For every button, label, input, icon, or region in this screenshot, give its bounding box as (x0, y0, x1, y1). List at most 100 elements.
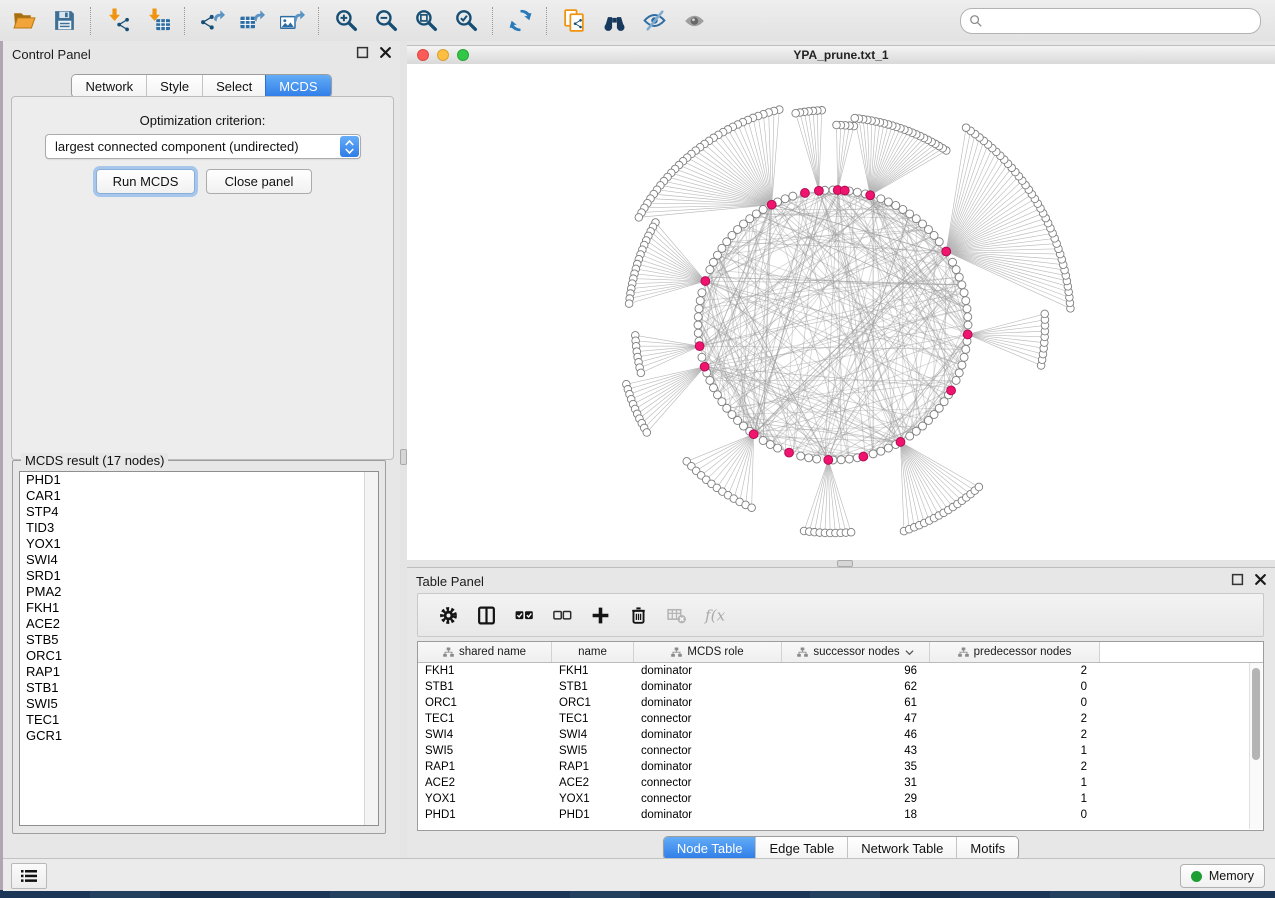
column-header-MCDS-role[interactable]: MCDS role (634, 642, 782, 662)
task-history-button[interactable] (11, 863, 47, 889)
table-row[interactable]: TEC1TEC1connector472 (418, 711, 1263, 727)
import-table-button[interactable] (138, 4, 178, 38)
mcds-result-item[interactable]: TEC1 (20, 712, 378, 728)
memory-button[interactable]: Memory (1180, 864, 1265, 888)
mcds-result-item[interactable]: STB5 (20, 632, 378, 648)
mcds-result-item[interactable]: CAR1 (20, 488, 378, 504)
network-from-selection-button[interactable] (554, 4, 594, 38)
table-panel: Table Panel f(x) shared namenameMCDS rol… (407, 567, 1275, 859)
mcds-result-item[interactable]: SWI4 (20, 552, 378, 568)
tab-node-table[interactable]: Node Table (664, 837, 756, 859)
tab-mcds[interactable]: MCDS (265, 75, 330, 97)
mcds-result-item[interactable]: PMA2 (20, 584, 378, 600)
mcds-result-item[interactable]: SWI5 (20, 696, 378, 712)
table-settings-button[interactable] (429, 597, 467, 633)
cell-shared-name: FKH1 (418, 663, 552, 679)
horizontal-splitter-grip[interactable] (837, 560, 853, 567)
table-row[interactable]: ACE2ACE2connector311 (418, 775, 1263, 791)
horizontal-splitter[interactable] (407, 560, 1275, 567)
zoom-selected-button[interactable] (446, 4, 486, 38)
save-session-icon (52, 8, 77, 33)
tab-edge-table[interactable]: Edge Table (755, 837, 847, 859)
tab-network-table[interactable]: Network Table (847, 837, 956, 859)
zoom-in-button[interactable] (326, 4, 366, 38)
open-file-icon (12, 8, 37, 33)
hide-selected-button[interactable] (634, 4, 674, 38)
mcds-list-scrollbar[interactable] (364, 472, 378, 825)
cell-name: ACE2 (552, 775, 634, 791)
float-panel-icon[interactable] (356, 46, 369, 59)
table-row[interactable]: SWI5SWI5connector431 (418, 743, 1263, 759)
export-image-button[interactable] (272, 4, 312, 38)
vertical-splitter-grip[interactable] (400, 449, 407, 465)
mcds-result-list[interactable]: PHD1CAR1STP4TID3YOX1SWI4SRD1PMA2FKH1ACE2… (19, 471, 379, 826)
mcds-result-item[interactable]: GCR1 (20, 728, 378, 744)
table-row[interactable]: ORC1ORC1dominator610 (418, 695, 1263, 711)
vertical-splitter[interactable] (400, 41, 407, 858)
mcds-result-item[interactable]: YOX1 (20, 536, 378, 552)
zoom-fit-button[interactable] (406, 4, 446, 38)
mcds-result-item[interactable]: PHD1 (20, 472, 378, 488)
table-row[interactable]: FKH1FKH1dominator962 (418, 663, 1263, 679)
export-network-button[interactable] (192, 4, 232, 38)
table-row[interactable]: PHD1PHD1dominator180 (418, 807, 1263, 823)
save-session-button[interactable] (44, 4, 84, 38)
network-canvas[interactable] (407, 64, 1275, 560)
mcds-result-item[interactable]: TID3 (20, 520, 378, 536)
node-table[interactable]: shared namenameMCDS rolesuccessor nodesp… (417, 641, 1264, 831)
mcds-result-item[interactable]: RAP1 (20, 664, 378, 680)
tab-style[interactable]: Style (146, 75, 202, 97)
tab-select[interactable]: Select (202, 75, 265, 97)
tab-motifs[interactable]: Motifs (956, 837, 1018, 859)
close-table-panel-icon[interactable] (1254, 573, 1267, 586)
mcds-result-item[interactable]: ORC1 (20, 648, 378, 664)
cell-shared-name: TEC1 (418, 711, 552, 727)
mcds-result-item[interactable]: SRD1 (20, 568, 378, 584)
search-input[interactable] (989, 13, 1252, 29)
column-header-shared-name[interactable]: shared name (418, 642, 552, 662)
show-hidden-button[interactable] (674, 4, 714, 38)
mcds-result-item[interactable]: ACE2 (20, 616, 378, 632)
mcds-result-item[interactable]: STP4 (20, 504, 378, 520)
cell-predecessor-nodes: 1 (930, 743, 1100, 759)
network-window-titlebar[interactable]: YPA_prune.txt_1 (407, 45, 1275, 65)
close-panel-button[interactable]: Close panel (206, 169, 312, 194)
table-row[interactable]: RAP1RAP1dominator352 (418, 759, 1263, 775)
float-table-panel-icon[interactable] (1231, 573, 1244, 586)
optimization-criterion-select[interactable]: largest connected component (undirected) (45, 134, 361, 159)
import-table-icon (146, 8, 171, 33)
mcds-result-item[interactable]: STB1 (20, 680, 378, 696)
open-file-button[interactable] (4, 4, 44, 38)
column-header-predecessor-nodes[interactable]: predecessor nodes (930, 642, 1100, 662)
network-graph[interactable] (407, 64, 1275, 560)
import-network-button[interactable] (98, 4, 138, 38)
table-scrollbar-thumb[interactable] (1252, 668, 1260, 760)
column-header-name[interactable]: name (552, 642, 634, 662)
table-scrollbar[interactable] (1249, 663, 1262, 829)
cell-shared-name: STB1 (418, 679, 552, 695)
add-column-button[interactable] (581, 597, 619, 633)
table-row[interactable]: SWI4SWI4dominator462 (418, 727, 1263, 743)
search-icon (969, 14, 983, 28)
run-mcds-button[interactable]: Run MCDS (96, 169, 195, 194)
deselect-all-button[interactable] (543, 597, 581, 633)
zoom-out-button[interactable] (366, 4, 406, 38)
column-type-icon (671, 647, 682, 658)
cell-successor-nodes: 43 (782, 743, 930, 759)
refresh-layout-button[interactable] (500, 4, 540, 38)
tab-network[interactable]: Network (72, 75, 146, 97)
cell-MCDS-role: dominator (634, 679, 782, 695)
function-builder-button: f(x) (695, 597, 733, 633)
mcds-result-item[interactable]: FKH1 (20, 600, 378, 616)
column-header-successor-nodes[interactable]: successor nodes (782, 642, 930, 662)
close-panel-icon[interactable] (379, 46, 392, 59)
table-row[interactable]: STB1STB1dominator620 (418, 679, 1263, 695)
search-box[interactable] (960, 8, 1261, 34)
search-binoculars-button[interactable] (594, 4, 634, 38)
select-all-button[interactable] (505, 597, 543, 633)
cell-MCDS-role: connector (634, 711, 782, 727)
split-panel-button[interactable] (467, 597, 505, 633)
table-row[interactable]: YOX1YOX1connector291 (418, 791, 1263, 807)
export-table-button[interactable] (232, 4, 272, 38)
delete-column-button[interactable] (619, 597, 657, 633)
